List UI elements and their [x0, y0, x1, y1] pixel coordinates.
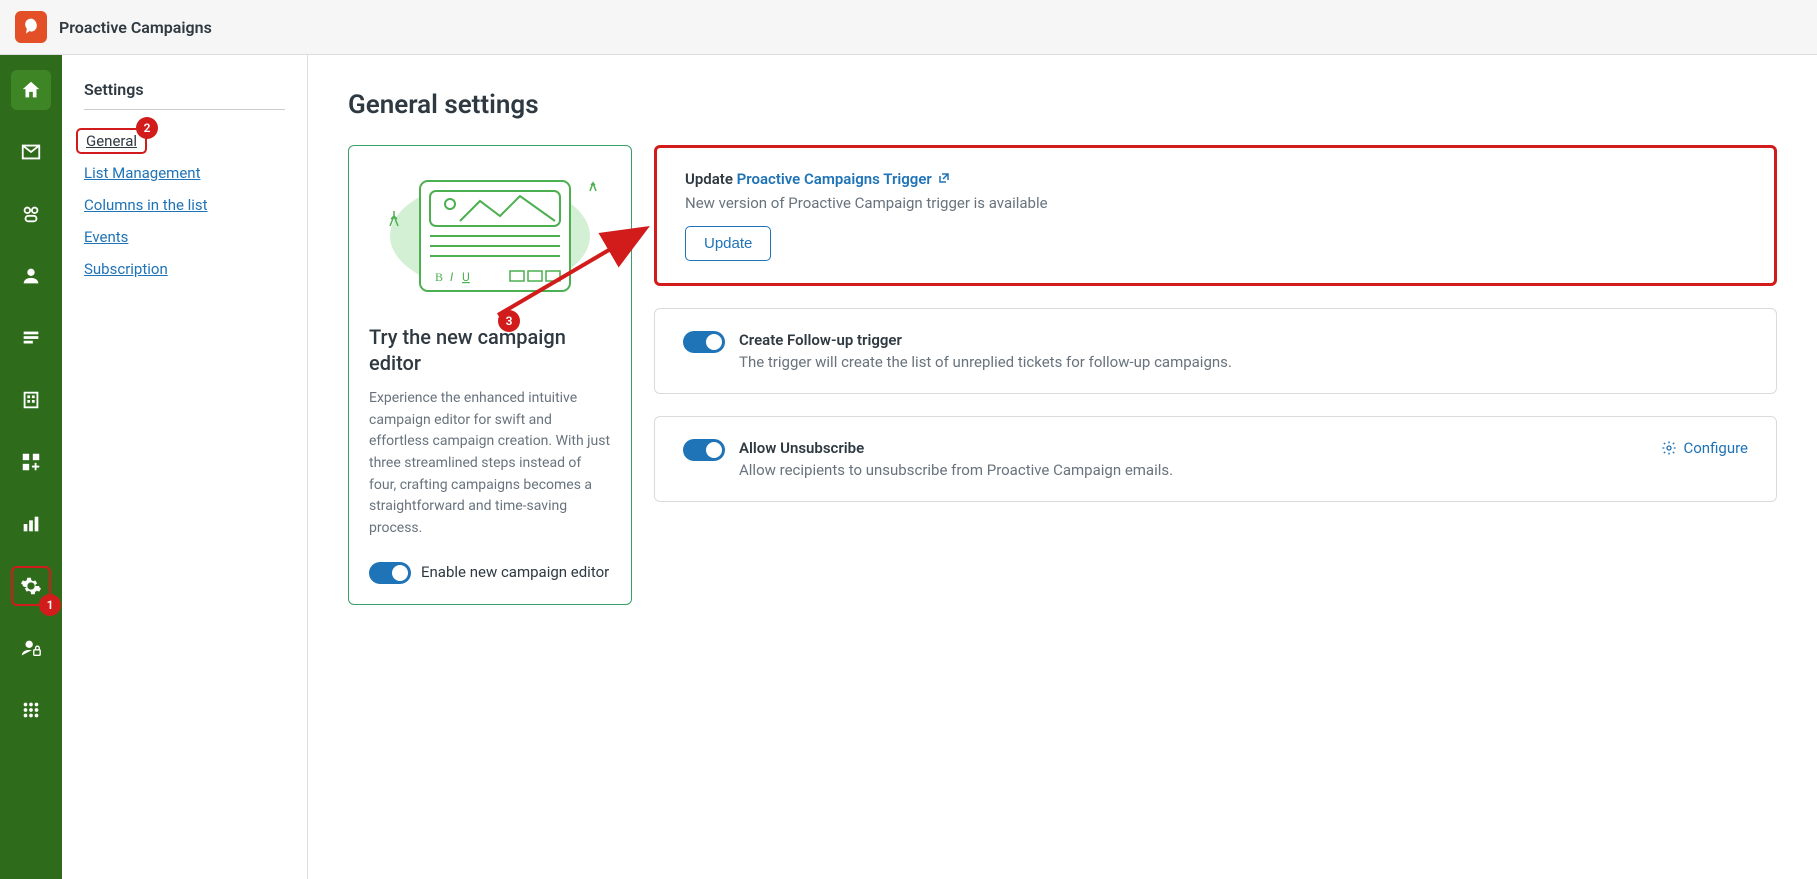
sidebar-item-list-management[interactable]: List Management [84, 164, 285, 182]
configure-link[interactable]: Configure [1661, 439, 1748, 457]
update-button[interactable]: Update [685, 226, 771, 261]
promo-card: B I U Try the new campaign editor Experi… [348, 145, 632, 605]
nav-chart-icon[interactable] [11, 504, 51, 544]
gear-icon [1661, 440, 1677, 456]
app-logo-icon [15, 11, 47, 43]
main-content: General settings B I [308, 55, 1817, 879]
sidebar-item-general[interactable]: General [86, 132, 137, 150]
followup-card: Create Follow-up trigger The trigger wil… [654, 308, 1777, 394]
nav-apps-add-icon[interactable] [11, 442, 51, 482]
page-title: General settings [348, 90, 1777, 120]
promo-title: Try the new campaign editor [369, 324, 611, 376]
annotation-badge-1: 1 [39, 594, 61, 616]
enable-editor-label: Enable new campaign editor [421, 562, 609, 583]
annotation-badge-2: 2 [136, 117, 158, 139]
followup-toggle[interactable] [683, 331, 725, 353]
nav-list-icon[interactable] [11, 318, 51, 358]
annotation-badge-3: 3 [498, 310, 520, 332]
promo-illustration: B I U [369, 166, 611, 306]
svg-text:U: U [462, 270, 470, 284]
nav-mail-icon[interactable] [11, 132, 51, 172]
nav-user-icon[interactable] [11, 256, 51, 296]
update-card-title: Update Proactive Campaigns Trigger [685, 170, 950, 188]
unsubscribe-title: Allow Unsubscribe [739, 439, 1647, 457]
nav-home-icon[interactable] [11, 70, 51, 110]
update-card-desc: New version of Proactive Campaign trigge… [685, 194, 1048, 212]
nav-user-lock-icon[interactable] [11, 628, 51, 668]
unsubscribe-desc: Allow recipients to unsubscribe from Pro… [739, 461, 1647, 479]
enable-editor-toggle[interactable] [369, 562, 411, 584]
external-link-icon [938, 172, 950, 184]
nav-rail: 1 [0, 55, 62, 879]
nav-building-icon[interactable] [11, 380, 51, 420]
unsubscribe-toggle[interactable] [683, 439, 725, 461]
promo-description: Experience the enhanced intuitive campai… [369, 388, 611, 540]
app-title: Proactive Campaigns [59, 18, 212, 37]
nav-settings-icon[interactable]: 1 [11, 566, 51, 606]
top-header: Proactive Campaigns [0, 0, 1817, 55]
followup-desc: The trigger will create the list of unre… [739, 353, 1748, 371]
nav-more-icon[interactable] [11, 690, 51, 730]
svg-text:B: B [435, 270, 443, 284]
followup-title: Create Follow-up trigger [739, 331, 1748, 349]
settings-sidebar: Settings General 2 List Management Colum… [62, 55, 308, 879]
sidebar-item-subscription[interactable]: Subscription [84, 260, 285, 278]
nav-groups-icon[interactable] [11, 194, 51, 234]
sidebar-item-events[interactable]: Events [84, 228, 285, 246]
update-trigger-card: Update Proactive Campaigns Trigger New v… [654, 145, 1777, 286]
sidebar-title: Settings [84, 80, 285, 110]
unsubscribe-card: Allow Unsubscribe Allow recipients to un… [654, 416, 1777, 502]
sidebar-item-columns[interactable]: Columns in the list [84, 196, 285, 214]
trigger-link[interactable]: Proactive Campaigns Trigger [737, 170, 950, 188]
